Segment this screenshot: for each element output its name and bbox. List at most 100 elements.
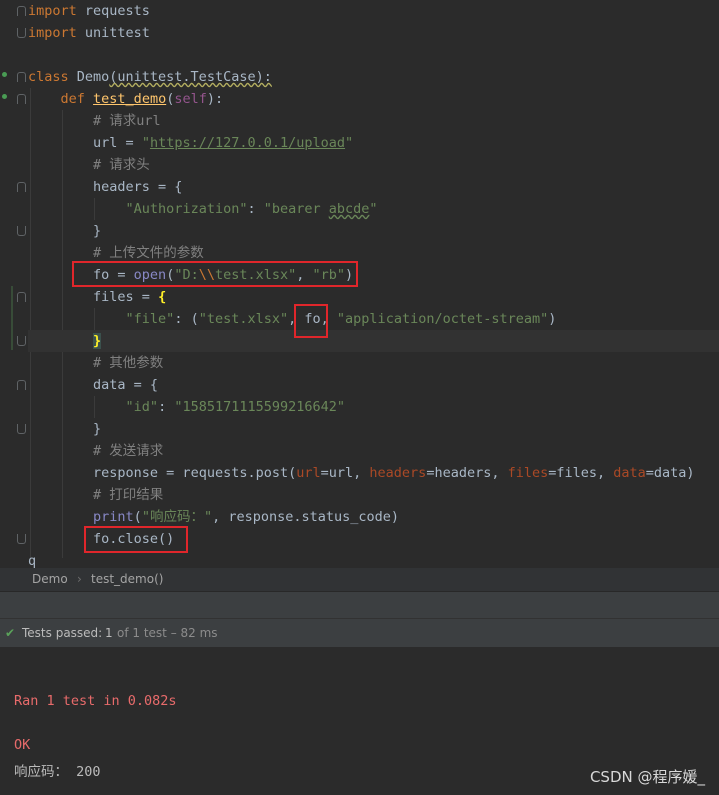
console-line: Ran 1 test in 0.082s (14, 693, 177, 709)
code-line-9: headers = { (28, 176, 719, 198)
fold-toggle-icon[interactable] (17, 534, 26, 544)
code-line-2: import unittest (28, 22, 719, 44)
breadcrumb-item-method[interactable]: test_demo() (91, 572, 163, 586)
code-token: files = (93, 289, 159, 305)
code-token: { (158, 289, 167, 305)
code-token: : (158, 399, 175, 415)
code-comment: # 请求头 (93, 157, 150, 173)
code-token: data = { (93, 377, 159, 393)
code-line-5: def test_demo(self): (28, 88, 719, 110)
code-line-22: response = requests.post(url=url, header… (28, 462, 719, 484)
code-comment: # 其他参数 (93, 355, 164, 371)
code-token: =headers, (426, 465, 508, 481)
code-line-4: class Demo(unittest.TestCase): (28, 66, 719, 88)
code-token: url (296, 465, 321, 481)
code-token: q (28, 553, 37, 568)
code-token: import (28, 25, 77, 41)
code-token: (unittest.TestCase): (109, 69, 272, 85)
console-line: OK (14, 737, 31, 753)
code-token: =data) (645, 465, 695, 481)
code-token: : ( (174, 311, 199, 327)
code-token: =url, (320, 465, 370, 481)
code-line-6: # 请求url (28, 110, 719, 132)
code-token: " (141, 135, 150, 151)
fold-toggle-icon[interactable] (17, 94, 26, 104)
code-token: "Authorization" (125, 201, 248, 217)
code-comment: # 上传文件的参数 (93, 245, 204, 261)
fold-toggle-icon[interactable] (17, 380, 26, 390)
fold-toggle-icon[interactable] (17, 226, 26, 236)
code-token: "application/octet-stream" (336, 311, 549, 327)
run-gutter-icon[interactable] (2, 72, 7, 77)
fold-toggle-icon[interactable] (17, 28, 26, 38)
fold-toggle-icon[interactable] (17, 6, 26, 16)
fold-toggle-icon[interactable] (17, 182, 26, 192)
code-comment: # 打印结果 (93, 487, 164, 503)
breadcrumb-separator: › (77, 572, 82, 586)
code-token: abcde (328, 201, 370, 217)
code-line-21: # 发送请求 (28, 440, 719, 462)
code-token: data (613, 465, 646, 481)
code-line-17: # 其他参数 (28, 352, 719, 374)
fold-toggle-icon[interactable] (17, 424, 26, 434)
code-line-1: import requests (28, 0, 719, 22)
code-token: "1585171115599216642" (174, 399, 346, 415)
run-gutter-icon[interactable] (2, 94, 7, 99)
code-token: =files, (548, 465, 614, 481)
code-token: print (93, 509, 134, 525)
breadcrumb-item-class[interactable]: Demo (32, 572, 68, 586)
code-token: import (28, 3, 77, 19)
code-line-16-current[interactable]: } (28, 330, 719, 352)
code-line-23: # 打印结果 (28, 484, 719, 506)
watermark: CSDN @程序媛_ (589, 768, 705, 786)
code-token: "file" (125, 311, 175, 327)
code-token: Demo (68, 69, 110, 85)
test-summary: of 1 test – 82 ms (117, 626, 218, 640)
code-token: requests (76, 3, 150, 19)
test-status-label: Tests passed: (22, 626, 103, 640)
editor-gutter (0, 0, 27, 568)
run-toolbar (0, 591, 719, 619)
fold-toggle-icon[interactable] (17, 72, 26, 82)
code-token: unittest (76, 25, 150, 41)
code-line-7: url = "https://127.0.0.1/upload" (28, 132, 719, 154)
fold-toggle-icon[interactable] (17, 292, 26, 302)
code-token: ( (133, 509, 142, 525)
console-line: 响应码： 200 (14, 764, 101, 780)
code-token: "响应码：" (141, 509, 213, 525)
test-passed-count: 1 (105, 626, 113, 640)
code-token: files (507, 465, 549, 481)
code-token: } (93, 421, 102, 437)
code-line-15: "file": ("test.xlsx", fo, "application/o… (28, 308, 719, 330)
annotation-box-open (72, 261, 358, 287)
console-output[interactable]: Ran 1 test in 0.082s OK 响应码： 200 CSDN @程… (0, 647, 719, 795)
code-line-10: "Authorization": "bearer abcde" (28, 198, 719, 220)
code-comment: # 请求url (93, 113, 161, 129)
code-token: headers = { (93, 179, 183, 195)
check-icon: ✔ (5, 626, 16, 640)
code-token: response = requests.post( (93, 465, 297, 481)
code-token: headers (369, 465, 427, 481)
code-token: " (369, 201, 378, 217)
code-line-11: } (28, 220, 719, 242)
code-token: "bearer (263, 201, 329, 217)
test-status-bar: ✔ Tests passed: 1 of 1 test – 82 ms (0, 618, 719, 648)
annotation-box-close (84, 526, 188, 553)
matched-brace: } (93, 333, 102, 349)
code-token: def (60, 91, 85, 107)
code-token: test_demo (93, 91, 167, 107)
url-link[interactable]: https://127.0.0.1/upload (150, 135, 345, 151)
code-editor[interactable]: import requests import unittest class De… (0, 0, 719, 568)
code-line-14: files = { (28, 286, 719, 308)
code-token: ) (548, 311, 557, 327)
code-token: } (93, 223, 102, 239)
code-line-19: "id": "1585171115599216642" (28, 396, 719, 418)
code-line-20: } (28, 418, 719, 440)
code-token: , response.status_code) (212, 509, 400, 525)
code-token: "id" (125, 399, 159, 415)
fold-toggle-icon[interactable] (17, 336, 26, 346)
code-token: ): (206, 91, 224, 107)
code-token: class (28, 69, 69, 85)
breadcrumb: Demo › test_demo() (0, 568, 719, 591)
annotation-box-fo (294, 304, 328, 338)
